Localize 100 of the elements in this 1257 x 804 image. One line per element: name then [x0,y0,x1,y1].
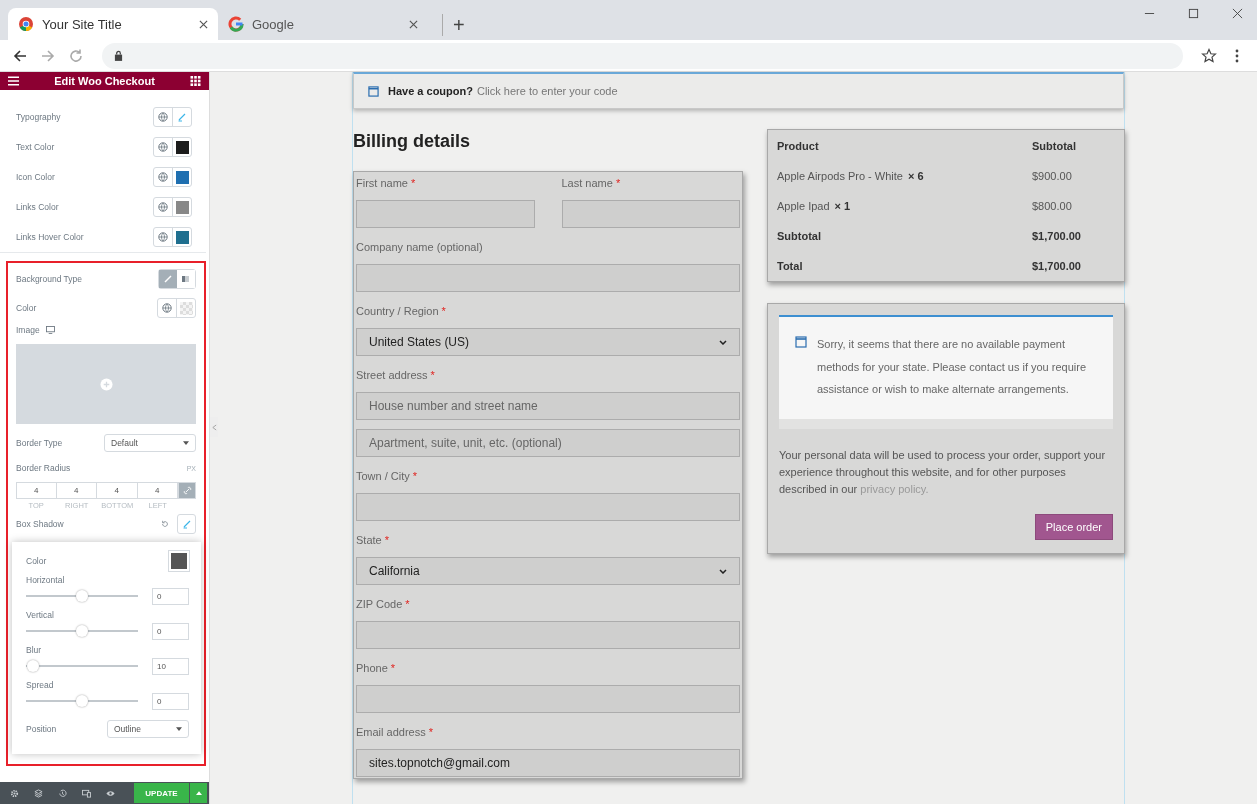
grid-icon[interactable] [190,76,201,86]
input-field[interactable]: sites.topnotch@gmail.com [356,749,740,777]
new-tab-button[interactable]: + [442,14,465,36]
input-field[interactable] [356,493,740,521]
control-label: Spread [26,680,55,692]
position-select[interactable]: Outline [107,720,189,738]
number-input[interactable]: 10 [152,657,189,675]
maximize-icon[interactable] [1188,8,1199,19]
control-label: Vertical [26,610,55,622]
color-swatch[interactable] [175,170,189,184]
dimension-input[interactable]: 4 [16,482,57,499]
field-label: Company name (optional) [356,241,484,255]
table-cell-text: Apple Airpods Pro - White × 6 [777,170,925,182]
control-label: Color [26,556,47,566]
close-icon[interactable] [199,19,208,29]
field-label: Last name * [561,177,622,191]
dimension-input[interactable]: 4 [56,482,97,499]
ring-logo-icon [18,16,34,32]
slider-thumb[interactable] [76,694,88,707]
slider-thumb[interactable] [26,659,39,672]
control-label: Links Color [16,202,59,212]
globe-icon[interactable] [158,142,168,152]
input-field[interactable] [356,200,535,228]
pencil-icon[interactable] [177,112,187,122]
field-label: State * [356,534,390,548]
border-type-select[interactable]: Default [104,434,196,452]
payment-notice-text: Sorry, it seems that there are no available payment methods for your state. Please contact us if you require assistance or wish to make alternate arrangements. [817,337,1088,397]
input-field[interactable]: Apartment, suite, unit, etc. (optional) [356,429,740,457]
color-swatch[interactable] [175,200,189,214]
field-label: Country / Region * [356,305,447,319]
caret-up-icon [195,791,202,795]
color-swatch[interactable] [175,140,189,154]
update-options-button[interactable] [190,783,207,803]
select-field[interactable]: California [356,557,740,585]
globe-icon[interactable] [158,112,168,122]
globe-icon[interactable] [158,202,168,212]
close-icon[interactable] [409,19,418,29]
coupon-link[interactable]: Click here to enter your code [476,85,618,97]
menu-icon[interactable] [8,76,19,86]
star-icon[interactable] [1201,47,1217,64]
gradient-icon [181,274,191,284]
chevron-down-icon [719,339,727,345]
field-label: Phone * [356,662,397,676]
color-swatch[interactable] [169,551,189,571]
control-label: Blur [26,645,43,657]
input-field[interactable] [561,200,740,228]
lock-icon [114,50,123,61]
color-swatch[interactable] [175,230,189,244]
field-label: Town / City * [356,470,419,484]
slider-thumb[interactable] [76,624,88,637]
control-label: Color [16,303,37,313]
control-label: Position [26,724,57,734]
table-cell: $1,700.00 [1032,230,1081,242]
table-cell-text: Total [777,260,804,272]
table-cell: $800.00 [1032,200,1072,212]
table-cell-text: Subtotal [777,230,822,242]
empty-color-swatch[interactable] [179,301,193,315]
input-field[interactable] [356,685,740,713]
browser-tab[interactable]: Your Site Title [8,8,218,40]
back-arrow-icon[interactable] [12,47,28,64]
place-order-button[interactable]: Place order [1034,514,1113,540]
eye-icon[interactable] [106,788,115,798]
coupon-text: Have a coupon? [388,85,473,97]
control-label: Text Color [16,142,55,152]
dimension-input[interactable]: 4 [97,482,138,499]
globe-icon[interactable] [162,303,172,313]
select-field[interactable]: United States (US) [356,328,740,356]
browser-tab[interactable]: Google [218,8,428,40]
slider-thumb[interactable] [76,589,88,602]
section-title: Billing details [353,131,472,153]
reset-icon[interactable] [161,520,169,528]
close-icon[interactable] [1232,8,1243,19]
responsive-icon[interactable] [82,788,91,798]
tab-title: Your Site Title [42,16,123,32]
forward-arrow-icon[interactable] [40,47,56,64]
link-values-button[interactable] [178,482,196,499]
caret-icon [176,727,182,731]
input-field[interactable]: House number and street name [356,392,740,420]
privacy-text: Your personal data will be used to process your order, support your experience throughout this website, and for other purposes described in our privacy policy. [779,448,1107,497]
reload-icon[interactable] [68,47,84,64]
control-label: Border Radius [16,463,71,473]
input-field[interactable] [356,621,740,649]
input-field[interactable] [356,264,740,292]
history-icon[interactable] [58,788,67,798]
number-input[interactable]: 0 [152,587,189,605]
table-cell-text: Apple Ipad × 1 [777,200,852,212]
globe-icon[interactable] [158,232,168,242]
control-label: Border Type [16,438,63,448]
layers-icon[interactable] [34,788,43,798]
chevron-down-icon [719,568,727,574]
number-input[interactable]: 0 [152,622,189,640]
globe-icon[interactable] [158,172,168,182]
window-icon [368,85,379,97]
pencil-icon [181,519,192,529]
number-input[interactable]: 0 [152,692,189,710]
table-cell: $1,700.00 [1032,260,1081,272]
panel-title: Edit Woo Checkout [54,75,155,87]
settings-icon[interactable] [10,788,19,798]
monitor-icon[interactable] [45,326,55,334]
field-label: First name * [356,177,417,191]
